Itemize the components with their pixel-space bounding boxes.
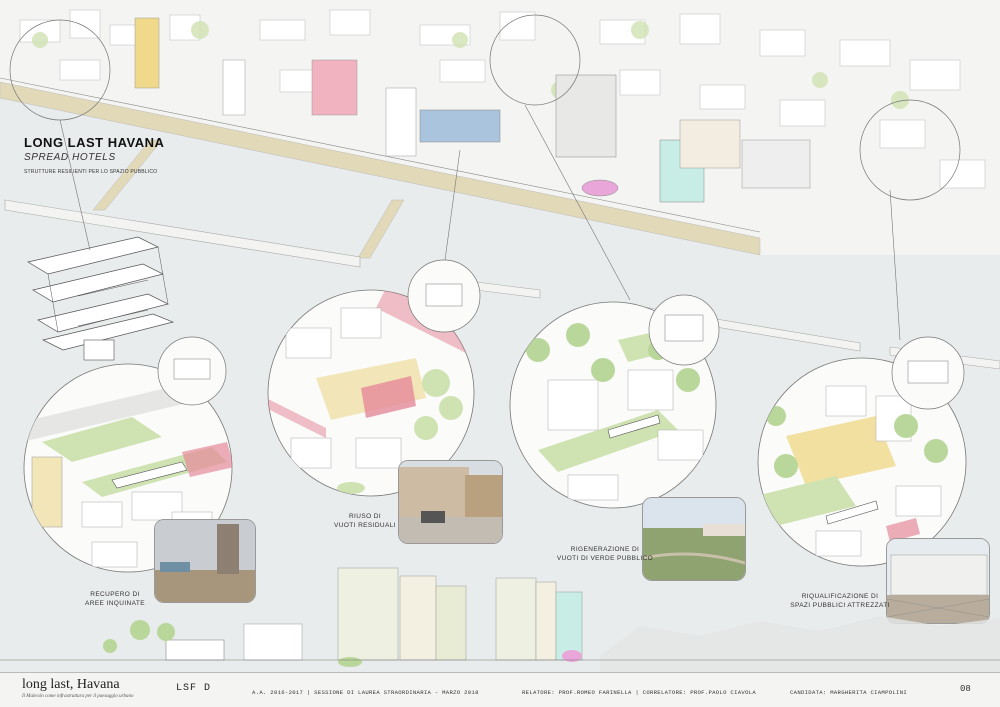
footer-session: A.A. 2016-2017 | SESSIONE DI LAUREA STRA…	[252, 689, 479, 696]
footer-candidate: CANDIDATA: MARGHERITA CIAMPOLINI	[790, 689, 908, 696]
skyline-section	[0, 567, 1000, 672]
caption-intervention-3: RIGENERAZIONE DI VUOTI DI VERDE PUBBLICO	[556, 546, 654, 562]
footer-subtitle: Il Malecón come infrastruttura per il pa…	[22, 694, 134, 699]
photo-residual-void	[398, 460, 503, 544]
page-number: 08	[960, 684, 971, 694]
caption-intervention-2: RIUSO DI VUOTI RESIDUALI	[334, 513, 396, 529]
footer-code: LSF D	[176, 683, 212, 694]
footer-advisors: RELATORE: PROF.ROMEO FARINELLA | CORRELA…	[522, 689, 757, 696]
footer-title: long last, Havana	[22, 677, 120, 692]
